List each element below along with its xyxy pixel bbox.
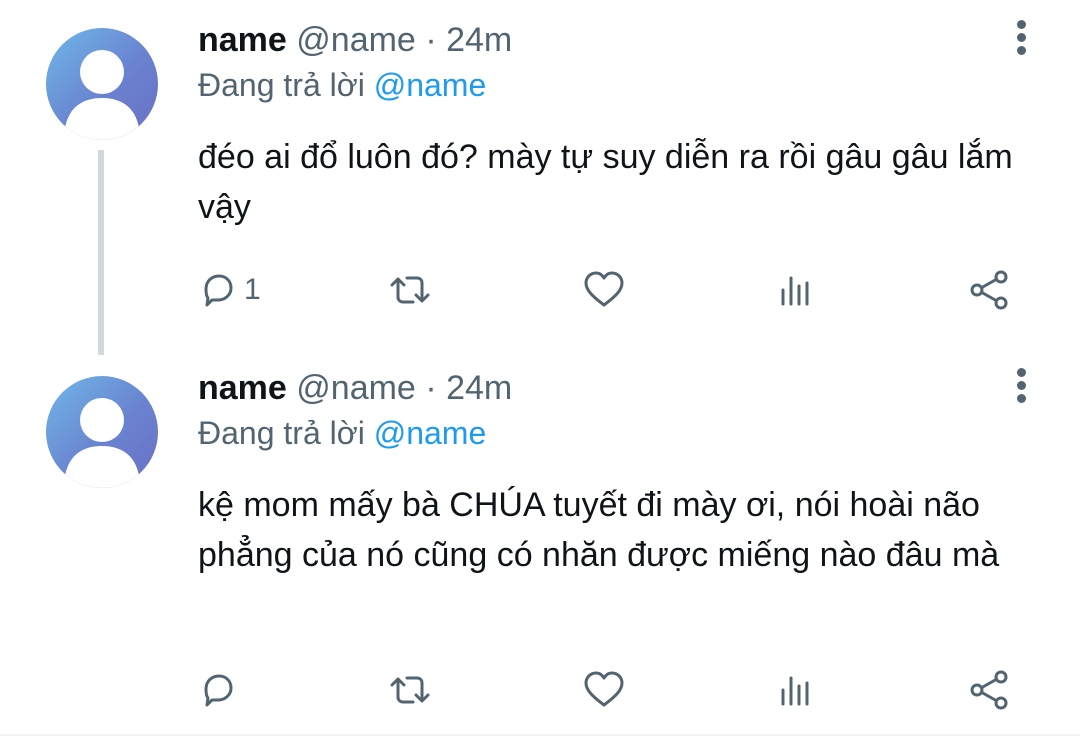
- tweet-text: kệ mom mấy bà CHÚA tuyết đi mày ơi, nói …: [198, 486, 1000, 574]
- reply-icon: [204, 674, 233, 707]
- share-button[interactable]: [968, 666, 1012, 714]
- reply-button[interactable]: [198, 666, 244, 714]
- tweet-header: name @name · 24m: [198, 368, 512, 408]
- like-button[interactable]: [582, 666, 626, 714]
- bottom-divider: [0, 734, 1080, 736]
- retweet-button[interactable]: [386, 666, 434, 714]
- display-name[interactable]: name: [198, 369, 287, 407]
- avatar[interactable]: [46, 376, 158, 488]
- avatar-placeholder-icon: [64, 398, 140, 488]
- timestamp[interactable]: 24m: [446, 369, 512, 407]
- separator-dot: ·: [425, 369, 437, 407]
- more-options-icon[interactable]: [1005, 364, 1039, 406]
- like-icon: [584, 671, 624, 707]
- views-icon: [781, 676, 809, 706]
- retweet-icon: [390, 676, 430, 704]
- replying-to-label: Đang trả lời: [198, 415, 365, 451]
- views-button[interactable]: [776, 666, 816, 714]
- replying-to-handle[interactable]: @name: [374, 415, 487, 451]
- replying-to: Đang trả lời @name: [198, 413, 486, 453]
- tweet[interactable]: name @name · 24m Đang trả lời @name kệ m…: [0, 0, 1080, 737]
- share-icon: [970, 670, 1008, 710]
- user-handle[interactable]: @name: [296, 369, 416, 407]
- tweet-actions: [198, 666, 1018, 714]
